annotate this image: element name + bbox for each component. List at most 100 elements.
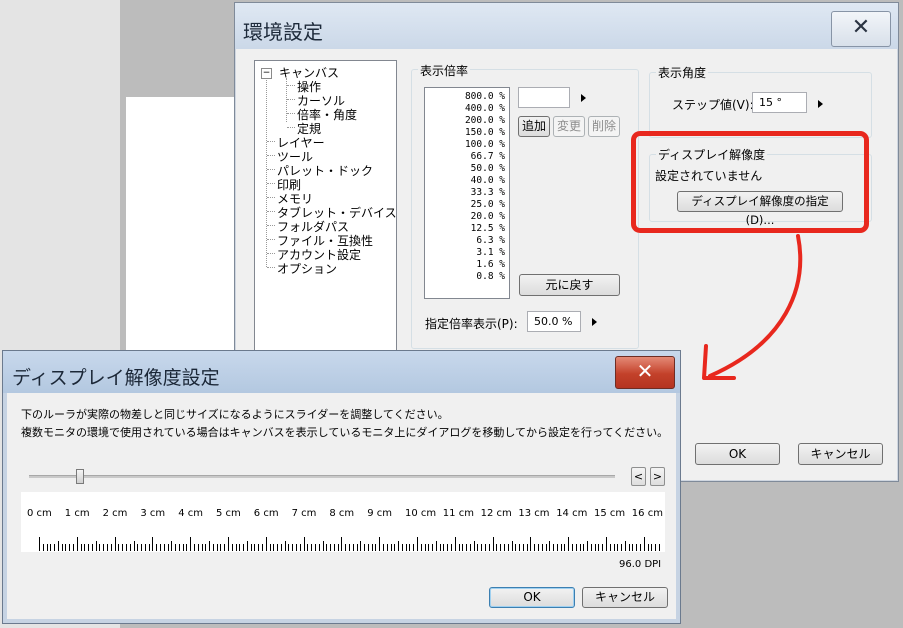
ruler-tick [57, 541, 59, 551]
add-button[interactable]: 追加 [518, 116, 550, 137]
ruler-tick [50, 544, 52, 551]
ruler-tick [632, 544, 634, 551]
ok-button[interactable]: OK [695, 443, 780, 465]
ruler-label: 6 cm [253, 508, 279, 519]
ruler-tick [352, 544, 354, 551]
ruler-tick [61, 544, 63, 551]
ruler-tick [496, 544, 498, 551]
ruler-tick [156, 544, 158, 551]
ruler-tick [390, 544, 392, 551]
ruler-tick [617, 544, 619, 551]
reset-button[interactable]: 元に戻す [519, 274, 620, 296]
zoom-list-item[interactable]: 100.0 % [465, 139, 505, 151]
ruler-tick [655, 544, 657, 551]
specified-zoom-input[interactable]: 50.0 % [527, 311, 581, 332]
ruler-tick [348, 544, 350, 551]
ruler-tick [197, 544, 199, 551]
ruler-tick [375, 544, 377, 551]
zoom-group-label: 表示倍率 [418, 62, 471, 79]
ruler-tick [473, 541, 475, 551]
ruler-tick [477, 544, 479, 551]
zoom-list-item[interactable]: 1.6 % [476, 259, 505, 271]
ruler-tick [485, 544, 487, 551]
increase-button[interactable]: > [650, 467, 665, 486]
ruler-tick [296, 544, 298, 551]
collapse-icon[interactable]: − [261, 68, 272, 79]
zoom-list-item[interactable]: 200.0 % [465, 115, 505, 127]
ruler-tick [88, 544, 90, 551]
ruler-tick [39, 537, 40, 551]
close-icon[interactable]: ✕ [831, 11, 891, 47]
ruler-tick [122, 544, 124, 551]
zoom-list-item[interactable]: 400.0 % [465, 103, 505, 115]
ruler-tick [314, 544, 316, 551]
ruler-label: 12 cm [480, 508, 512, 519]
spin-arrow-icon[interactable] [818, 100, 823, 108]
zoom-input[interactable] [518, 87, 570, 108]
ruler-tick [511, 541, 513, 551]
ruler-tick [292, 544, 294, 551]
ruler-tick [367, 544, 369, 551]
zoom-list-item[interactable]: 50.0 % [471, 163, 505, 175]
ruler-label: 10 cm [405, 508, 437, 519]
ruler-tick [42, 544, 44, 551]
dialog-ok-button[interactable]: OK [489, 587, 575, 608]
ruler-tick [163, 544, 165, 551]
decrease-button[interactable]: < [631, 467, 646, 486]
ruler-tick [114, 537, 116, 551]
ruler-tick [624, 541, 626, 551]
zoom-list-item[interactable]: 40.0 % [471, 175, 505, 187]
tree-item-option[interactable]: オプション [277, 260, 337, 277]
dialog-cancel-button[interactable]: キャンセル [582, 587, 668, 608]
ruler-tick [284, 541, 286, 551]
ruler-tick [360, 541, 362, 551]
close-icon[interactable]: ✕ [615, 356, 675, 389]
ruler-tick [568, 537, 570, 551]
ruler-tick [541, 544, 543, 551]
ruler-tick [556, 544, 558, 551]
ruler-tick [152, 537, 154, 551]
ruler-tick [193, 544, 195, 551]
ruler-tick [311, 544, 313, 551]
ruler-tick [428, 544, 430, 551]
ruler-tick [371, 544, 373, 551]
delete-button[interactable]: 削除 [588, 116, 620, 137]
zoom-list[interactable]: 800.0 % 400.0 % 200.0 % 150.0 % 100.0 % … [424, 87, 510, 299]
zoom-list-item[interactable]: 66.7 % [471, 151, 505, 163]
ruler-tick [262, 544, 264, 551]
ruler-tick [447, 544, 449, 551]
step-value-label: ステップ値(V): [672, 98, 754, 112]
ruler-label: 8 cm [329, 508, 355, 519]
ruler-tick [587, 541, 589, 551]
angle-group-label: 表示角度 [656, 64, 709, 81]
zoom-list-item[interactable]: 0.8 % [476, 271, 505, 283]
dpi-slider-thumb[interactable] [75, 469, 84, 484]
zoom-list-item[interactable]: 12.5 % [471, 223, 505, 235]
ruler-tick [435, 541, 437, 551]
zoom-list-item[interactable]: 6.3 % [476, 235, 505, 247]
ruler-tick [443, 544, 445, 551]
step-value-input[interactable]: 15 ° [752, 92, 807, 113]
zoom-list-item[interactable]: 20.0 % [471, 211, 505, 223]
ruler-tick [91, 544, 93, 551]
ruler-tick [598, 544, 600, 551]
ruler-tick [658, 544, 660, 551]
ruler-label: 16 cm [631, 508, 663, 519]
zoom-list-item[interactable]: 800.0 % [465, 91, 505, 103]
ruler-tick [537, 544, 539, 551]
ruler-tick [549, 541, 551, 551]
ruler-tick [579, 544, 581, 551]
cancel-button[interactable]: キャンセル [798, 443, 883, 465]
zoom-list-item[interactable]: 25.0 % [471, 199, 505, 211]
category-tree[interactable]: − キャンバス 操作 カーソル 倍率・角度 定規 レイヤー ツール パレット・ド… [254, 60, 397, 367]
spin-arrow-icon[interactable] [581, 94, 586, 102]
spin-arrow-icon[interactable] [592, 318, 597, 326]
dpi-slider-track[interactable] [29, 475, 615, 478]
zoom-list-item[interactable]: 3.1 % [476, 247, 505, 259]
change-button[interactable]: 変更 [553, 116, 585, 137]
zoom-list-item[interactable]: 150.0 % [465, 127, 505, 139]
ruler-tick [235, 544, 237, 551]
zoom-list-item[interactable]: 33.3 % [471, 187, 505, 199]
ruler-tick [613, 544, 615, 551]
ruler-tick [201, 544, 203, 551]
